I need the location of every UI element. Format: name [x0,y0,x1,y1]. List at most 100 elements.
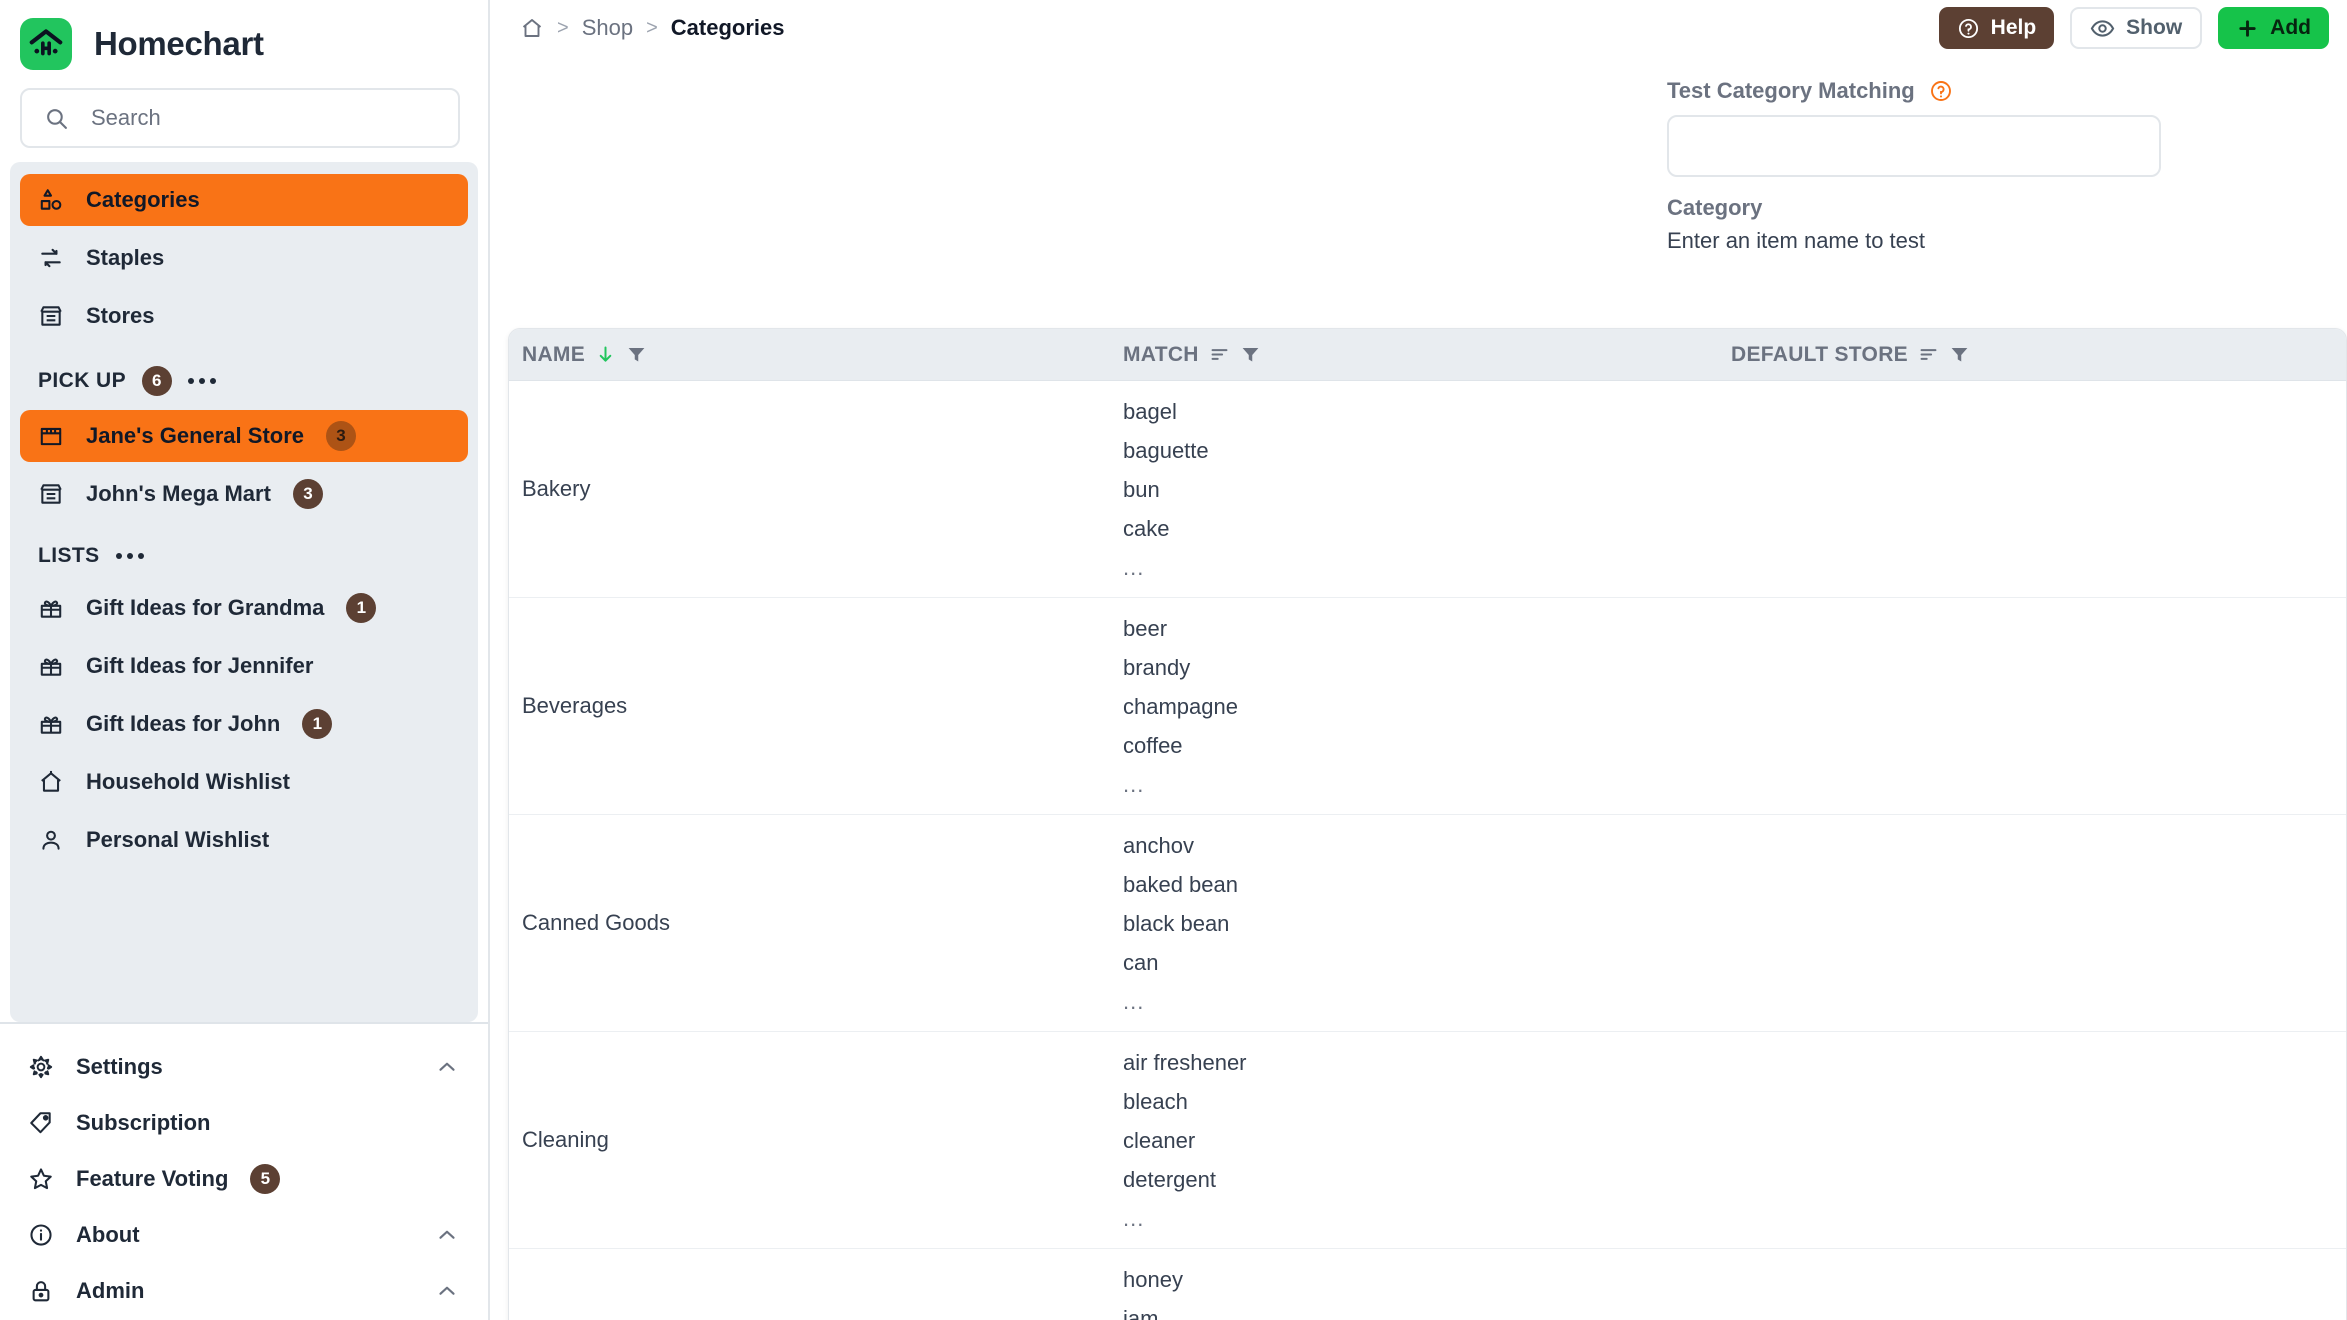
test-matching-input[interactable] [1667,115,2161,177]
gift-icon [38,653,64,679]
sidebar-item-gift-ideas-john[interactable]: Gift Ideas for John 1 [20,698,468,750]
test-matching-label: Test Category Matching [1667,78,1915,103]
sidebar-item-label: Feature Voting [76,1166,229,1191]
pickup-more-icon[interactable] [187,378,216,384]
chevron-up-icon[interactable] [434,1222,460,1248]
chevron-up-icon[interactable] [434,1054,460,1080]
gift-icon [38,595,64,621]
sidebar-item-label: Household Wishlist [86,769,290,794]
sidebar-item-johns-mega-mart[interactable]: John's Mega Mart 3 [20,468,468,520]
gift-icon [38,711,64,737]
help-button-label: Help [1990,16,2037,39]
storefront-icon [38,481,64,507]
match-more-ellipsis: ... [1123,555,1145,580]
storefront-icon [38,303,64,329]
cell-match: anchov baked bean black bean can ... [1123,815,1731,1031]
sidebar-nav: Categories Staples Stores PICK UP 6 Jane… [10,162,478,1022]
match-term: black bean [1123,911,1230,936]
sidebar-item-label: Jane's General Store [86,423,305,448]
info-circle-icon [28,1222,54,1248]
match-term: coffee [1123,733,1183,758]
sort-lines-icon[interactable] [1918,344,1939,365]
star-icon [28,1166,54,1192]
sidebar-item-stores[interactable]: Stores [20,290,468,342]
funnel-icon[interactable] [626,344,647,365]
show-button[interactable]: Show [2070,7,2203,49]
match-term: anchov [1123,833,1194,858]
sidebar-item-label: John's Mega Mart [86,481,271,506]
search-input[interactable]: Search [20,88,460,148]
sidebar-item-label: Gift Ideas for Jennifer [86,653,314,678]
add-button[interactable]: Add [2218,7,2329,49]
home-icon[interactable] [520,16,544,40]
column-header-label: DEFAULT STORE [1731,342,1908,366]
match-term: champagne [1123,694,1238,719]
feature-voting-count-badge: 5 [250,1164,281,1194]
brand[interactable]: Homechart [0,0,488,82]
column-header-label: MATCH [1123,342,1199,366]
sidebar-bottom-nav: Settings Subscription Feature Voting 5 A… [0,1022,488,1320]
match-term: cake [1123,516,1170,541]
breadcrumb-separator: > [557,16,569,39]
funnel-icon[interactable] [1949,344,1970,365]
table-row[interactable]: Condiments honey jam jelly ketchup [509,1249,2346,1320]
table-row[interactable]: Canned Goods anchov baked bean black bea… [509,815,2346,1032]
sidebar-item-label: Staples [86,245,165,270]
sidebar-item-subscription[interactable]: Subscription [10,1096,478,1150]
shapes-icon [38,187,64,213]
search-placeholder: Search [91,105,161,130]
table-row[interactable]: Beverages beer brandy champagne coffee .… [509,598,2346,815]
match-term: baked bean [1123,872,1238,897]
sort-lines-icon[interactable] [1209,344,1230,365]
sidebar-item-staples[interactable]: Staples [20,232,468,284]
plus-icon [2236,17,2259,40]
match-term: brandy [1123,655,1191,680]
sidebar-item-household-wishlist[interactable]: Household Wishlist [20,756,468,808]
column-header-name[interactable]: NAME [509,343,1123,367]
sidebar-item-admin[interactable]: Admin [10,1264,478,1318]
store-count-badge: 3 [292,479,323,509]
section-title: LISTS [38,544,100,567]
sidebar-item-janes-general-store[interactable]: Jane's General Store 3 [20,410,468,462]
question-circle-icon [1957,17,1980,40]
help-button[interactable]: Help [1938,7,2055,49]
sidebar-item-label: Subscription [76,1110,211,1135]
cell-name: Beverages [522,693,628,718]
add-button-label: Add [2270,16,2311,39]
gear-icon [28,1054,54,1080]
table-row[interactable]: Bakery bagel baguette bun cake ... [509,381,2346,598]
sidebar-item-categories[interactable]: Categories [20,174,468,226]
sidebar-item-gift-ideas-grandma[interactable]: Gift Ideas for Grandma 1 [20,582,468,634]
sidebar-item-settings[interactable]: Settings [10,1040,478,1094]
sidebar-item-gift-ideas-jennifer[interactable]: Gift Ideas for Jennifer [20,640,468,692]
sidebar-item-personal-wishlist[interactable]: Personal Wishlist [20,814,468,866]
cell-default-store [1731,1032,2346,1248]
column-header-default-store[interactable]: DEFAULT STORE [1731,343,2346,367]
cell-match: bagel baguette bun cake ... [1123,381,1731,597]
question-circle-icon[interactable] [1929,79,1953,103]
match-term: baguette [1123,438,1209,463]
homechart-logo-icon [20,18,72,70]
chevron-up-icon[interactable] [434,1278,460,1304]
sidebar-item-label: Gift Ideas for Grandma [86,595,325,620]
table-header-row: NAME MATCH DEFAULT STORE [509,329,2346,381]
store-awning-icon [38,423,64,449]
ascending-arrow-icon[interactable] [595,344,616,365]
sidebar-item-about[interactable]: About [10,1208,478,1262]
funnel-icon[interactable] [1240,344,1261,365]
breadcrumb-shop[interactable]: Shop [582,15,633,41]
lists-more-icon[interactable] [115,553,144,559]
sidebar-item-label: Personal Wishlist [86,827,270,852]
sidebar-item-label: Gift Ideas for John [86,711,281,736]
match-more-ellipsis: ... [1123,989,1145,1014]
cell-name: Cleaning [522,1127,609,1152]
lock-icon [28,1278,54,1304]
table-row[interactable]: Cleaning air freshener bleach cleaner de… [509,1032,2346,1249]
sidebar-item-feature-voting[interactable]: Feature Voting 5 [10,1152,478,1206]
section-pick-up: PICK UP 6 [10,348,478,404]
column-header-match[interactable]: MATCH [1123,343,1731,367]
list-count-badge: 1 [302,709,333,739]
column-header-label: NAME [522,342,586,366]
sidebar-item-label: About [76,1222,140,1247]
match-more-ellipsis: ... [1123,1206,1145,1231]
